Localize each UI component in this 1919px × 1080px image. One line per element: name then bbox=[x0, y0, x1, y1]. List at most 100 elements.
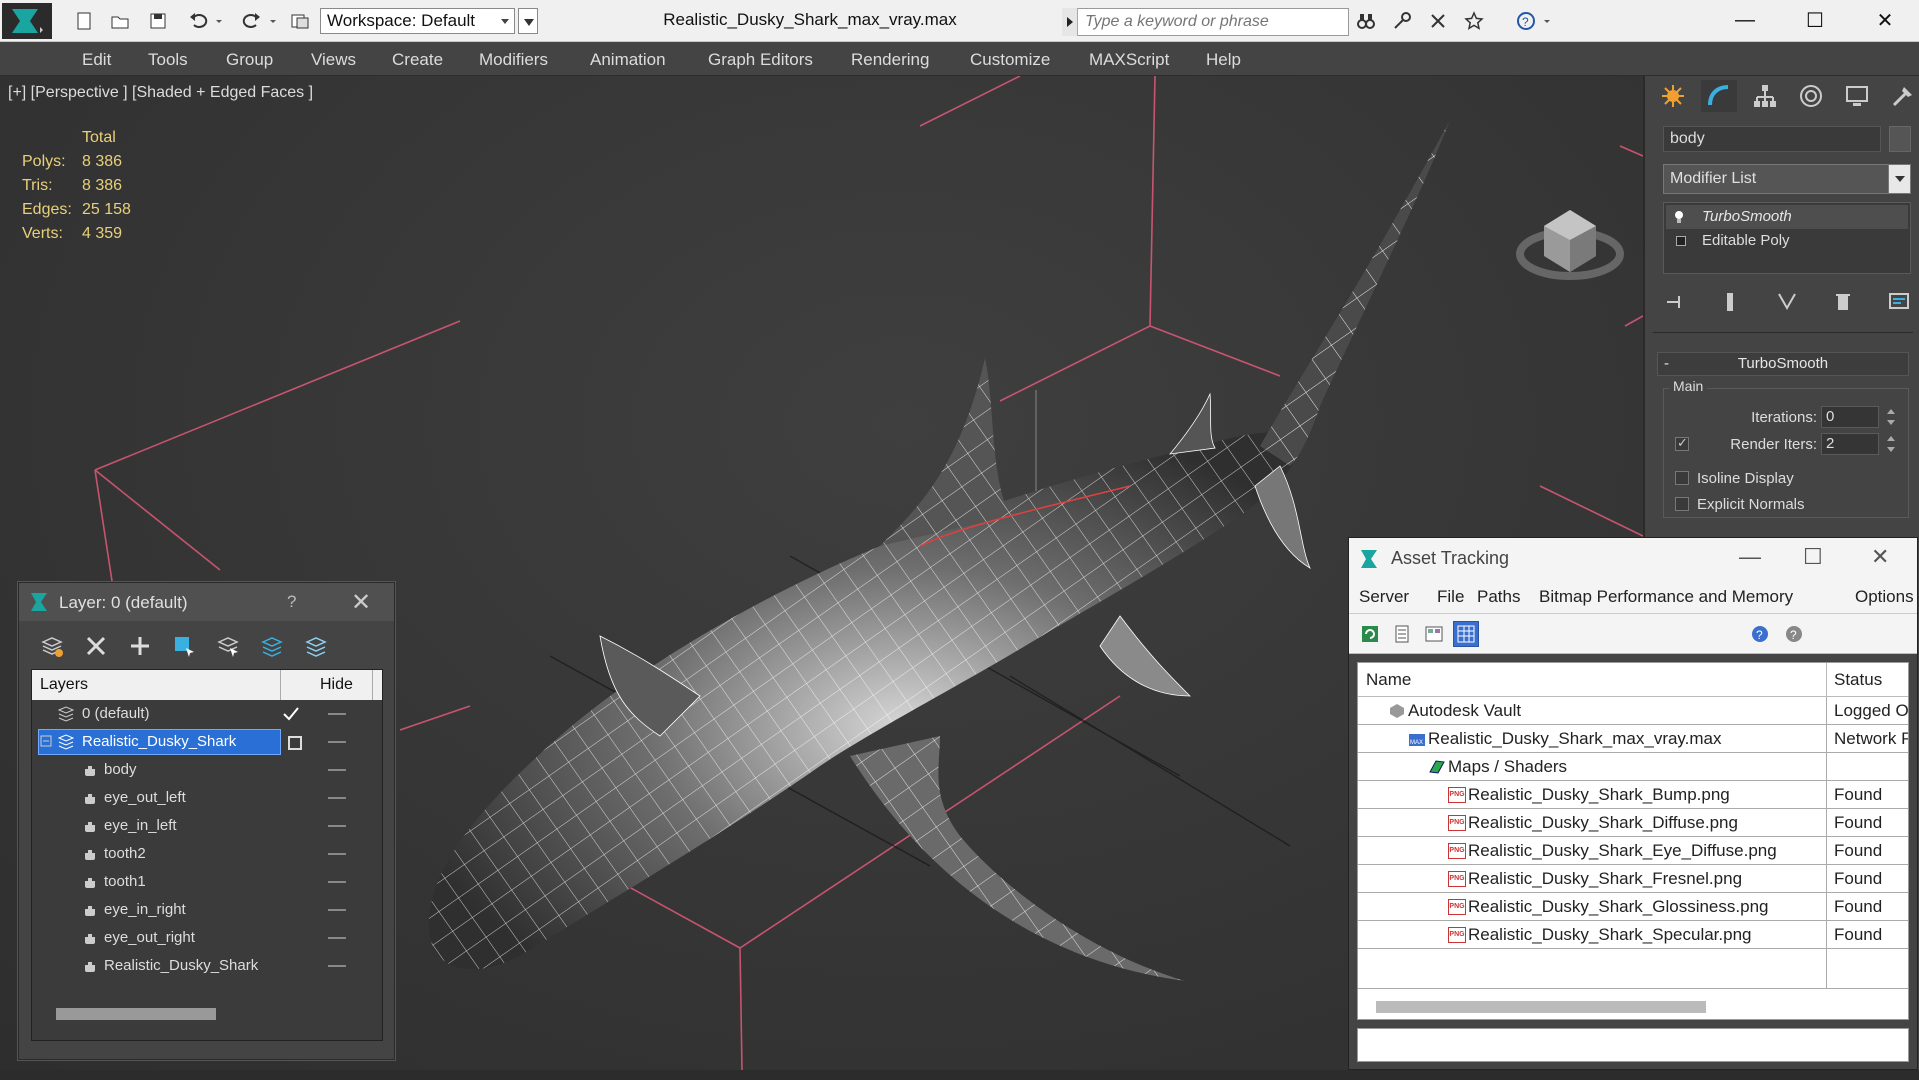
minimize-button[interactable]: — bbox=[1739, 544, 1761, 570]
asset-path-field[interactable] bbox=[1357, 1028, 1909, 1062]
search-input[interactable] bbox=[1083, 11, 1343, 33]
menu-tools[interactable]: Tools bbox=[148, 50, 188, 70]
close-button[interactable]: ✕ bbox=[1860, 4, 1910, 36]
object-color-swatch[interactable] bbox=[1889, 126, 1911, 152]
undo-dropdown-icon[interactable] bbox=[212, 9, 226, 33]
hide-toggle[interactable] bbox=[328, 713, 346, 715]
menu-group[interactable]: Group bbox=[226, 50, 273, 70]
menu-animation[interactable]: Animation bbox=[590, 50, 666, 70]
menu-rendering[interactable]: Rendering bbox=[851, 50, 929, 70]
help-icon[interactable]: ? bbox=[1514, 9, 1538, 33]
app-menu-button[interactable] bbox=[2, 3, 52, 39]
spinner-arrows-icon[interactable] bbox=[1885, 435, 1897, 455]
expand-box-icon[interactable] bbox=[1676, 236, 1686, 246]
menu-create[interactable]: Create bbox=[392, 50, 443, 70]
undo-icon[interactable] bbox=[186, 9, 210, 33]
hide-toggle[interactable] bbox=[328, 797, 346, 799]
layer-row[interactable]: body bbox=[32, 756, 382, 784]
stack-item-editable-poly[interactable]: Editable Poly bbox=[1666, 229, 1908, 253]
table-row[interactable]: PNG Realistic_Dusky_Shark_Glossiness.png… bbox=[1358, 893, 1908, 921]
layer-row[interactable]: eye_out_right bbox=[32, 924, 382, 952]
horizontal-scrollbar[interactable] bbox=[56, 1008, 216, 1020]
layer-row[interactable]: 0 (default) bbox=[32, 700, 382, 728]
table-row[interactable]: MAX Realistic_Dusky_Shark_max_vray.max N… bbox=[1358, 725, 1908, 753]
key-icon[interactable] bbox=[1390, 9, 1414, 33]
hide-all-layers-icon[interactable] bbox=[257, 631, 287, 661]
modifier-list-dropdown[interactable]: Modifier List bbox=[1663, 164, 1911, 194]
table-row[interactable]: PNG Realistic_Dusky_Shark_Diffuse.png Fo… bbox=[1358, 809, 1908, 837]
menu-edit[interactable]: Edit bbox=[82, 50, 111, 70]
hide-toggle[interactable] bbox=[328, 965, 346, 967]
current-layer-box-icon[interactable] bbox=[288, 736, 302, 750]
menu-maxscript[interactable]: MAXScript bbox=[1089, 50, 1169, 70]
table-row[interactable]: PNG Realistic_Dusky_Shark_Fresnel.png Fo… bbox=[1358, 865, 1908, 893]
search-expand-icon[interactable] bbox=[1062, 8, 1078, 36]
show-end-result-icon[interactable] bbox=[1719, 290, 1743, 314]
close-button[interactable]: ✕ bbox=[1871, 544, 1889, 570]
turbosmooth-rollout-header[interactable]: - TurboSmooth bbox=[1657, 352, 1909, 376]
explicit-normals-checkbox[interactable] bbox=[1675, 497, 1689, 511]
maximize-button[interactable]: ☐ bbox=[1790, 4, 1840, 36]
table-row[interactable]: PNG Realistic_Dusky_Shark_Eye_Diffuse.pn… bbox=[1358, 837, 1908, 865]
asset-window-titlebar[interactable]: Asset Tracking — ☐ ✕ bbox=[1349, 538, 1917, 580]
horizontal-scrollbar[interactable] bbox=[1376, 1001, 1706, 1013]
viewport-label[interactable]: [+] [Perspective ] [Shaded + Edged Faces… bbox=[8, 84, 313, 102]
refresh-icon[interactable] bbox=[1357, 621, 1383, 647]
help-about-icon[interactable]: ? bbox=[1781, 621, 1807, 647]
layer-row[interactable]: Realistic_Dusky_Shark bbox=[32, 728, 382, 756]
layer-row[interactable]: eye_in_left bbox=[32, 812, 382, 840]
hide-toggle[interactable] bbox=[328, 909, 346, 911]
table-row[interactable]: PNG Realistic_Dusky_Shark_Specular.png F… bbox=[1358, 921, 1908, 949]
hierarchy-tab-icon[interactable] bbox=[1747, 80, 1783, 112]
menu-bitmap-performance[interactable]: Bitmap Performance and Memory bbox=[1539, 587, 1793, 607]
menu-server[interactable]: Server bbox=[1359, 587, 1409, 607]
utilities-tab-icon[interactable] bbox=[1885, 80, 1919, 112]
column-layers[interactable]: Layers bbox=[40, 676, 88, 694]
workspace-dropdown[interactable]: Workspace: Default bbox=[320, 8, 515, 34]
freeze-all-layers-icon[interactable] bbox=[301, 631, 331, 661]
highlight-layer-icon[interactable] bbox=[213, 631, 243, 661]
menu-options[interactable]: Options bbox=[1855, 587, 1914, 607]
column-status[interactable]: Status bbox=[1834, 670, 1882, 690]
column-hide[interactable]: Hide bbox=[320, 676, 353, 694]
render-iters-input[interactable]: 2 bbox=[1821, 433, 1879, 455]
search-box[interactable] bbox=[1062, 8, 1349, 36]
display-tab-icon[interactable] bbox=[1839, 80, 1875, 112]
minimize-button[interactable]: — bbox=[1720, 4, 1770, 36]
column-name[interactable]: Name bbox=[1366, 670, 1411, 690]
menu-customize[interactable]: Customize bbox=[970, 50, 1050, 70]
quick-access-customize-button[interactable] bbox=[518, 8, 538, 34]
configure-modifier-sets-icon[interactable] bbox=[1887, 290, 1911, 314]
save-file-icon[interactable] bbox=[146, 9, 170, 33]
thumbnail-view-icon[interactable] bbox=[1421, 621, 1447, 647]
hide-toggle[interactable] bbox=[328, 937, 346, 939]
lightbulb-icon[interactable] bbox=[1674, 210, 1684, 224]
select-objects-icon[interactable] bbox=[169, 631, 199, 661]
collapse-toggle-icon[interactable] bbox=[40, 735, 52, 747]
layer-row[interactable]: eye_in_right bbox=[32, 896, 382, 924]
hide-toggle[interactable] bbox=[328, 769, 346, 771]
communication-center-icon[interactable] bbox=[1426, 9, 1450, 33]
spinner-arrows-icon[interactable] bbox=[1885, 408, 1897, 428]
favorites-star-icon[interactable] bbox=[1462, 9, 1486, 33]
motion-tab-icon[interactable] bbox=[1793, 80, 1829, 112]
table-row[interactable]: PNG Realistic_Dusky_Shark_Bump.png Found bbox=[1358, 781, 1908, 809]
make-unique-icon[interactable] bbox=[1775, 290, 1799, 314]
new-layer-icon[interactable] bbox=[37, 631, 67, 661]
menu-views[interactable]: Views bbox=[311, 50, 356, 70]
menu-graph-editors[interactable]: Graph Editors bbox=[708, 50, 813, 70]
layer-row[interactable]: eye_out_left bbox=[32, 784, 382, 812]
hide-toggle[interactable] bbox=[328, 853, 346, 855]
help-icon[interactable]: ? bbox=[1747, 621, 1773, 647]
object-name-field[interactable]: body bbox=[1663, 126, 1881, 152]
table-row[interactable]: Autodesk Vault Logged Out bbox=[1358, 697, 1908, 725]
help-button[interactable]: ? bbox=[287, 592, 296, 612]
stack-item-turbosmooth[interactable]: TurboSmooth bbox=[1666, 205, 1908, 229]
layer-row[interactable]: tooth2 bbox=[32, 840, 382, 868]
hide-toggle[interactable] bbox=[328, 825, 346, 827]
close-button[interactable]: ✕ bbox=[351, 588, 371, 617]
project-folder-icon[interactable] bbox=[288, 9, 312, 33]
redo-icon[interactable] bbox=[240, 9, 264, 33]
menu-file[interactable]: File bbox=[1437, 587, 1464, 607]
redo-dropdown-icon[interactable] bbox=[266, 9, 280, 33]
